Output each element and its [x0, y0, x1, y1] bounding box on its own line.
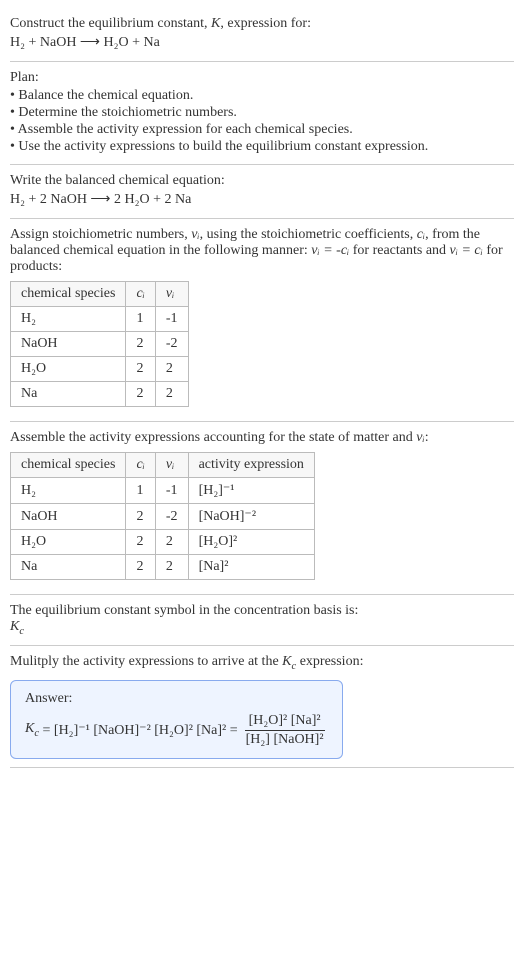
- table-header-row: chemical species cᵢ νᵢ: [11, 282, 189, 307]
- cell: 2: [155, 555, 188, 580]
- plan-title: Plan:: [10, 70, 514, 86]
- plan-item-3: • Assemble the activity expression for e…: [10, 122, 514, 138]
- final-paragraph: Mulitply the activity expressions to arr…: [10, 654, 514, 672]
- kc-sub: c: [19, 626, 24, 637]
- stoich-p1: Assign stoichiometric numbers,: [10, 227, 191, 242]
- cell: -1: [155, 478, 188, 504]
- table-row: Na 2 2 [Na]²: [11, 555, 315, 580]
- kc-denominator: [H₂] [NaOH]²: [242, 731, 328, 748]
- cell: H₂O: [11, 530, 126, 555]
- nu-symbol: νᵢ: [416, 430, 424, 445]
- stoich-section: Assign stoichiometric numbers, νᵢ, using…: [10, 219, 514, 422]
- cell: H₂O: [11, 357, 126, 382]
- final-section: Mulitply the activity expressions to arr…: [10, 646, 514, 768]
- intro-text-a: Construct the equilibrium constant,: [10, 16, 211, 31]
- activity-text-b: :: [425, 430, 429, 445]
- cell: -2: [155, 332, 188, 357]
- cell: 1: [126, 478, 155, 504]
- k-symbol: K: [211, 16, 220, 31]
- answer-label: Answer:: [25, 691, 328, 707]
- stoich-h1: chemical species: [11, 282, 126, 307]
- kc-fraction: [H₂O]² [Na]² [H₂] [NaOH]²: [242, 713, 328, 748]
- kc-symbol: Kc: [10, 619, 514, 637]
- stoich-p4: for reactants and: [349, 243, 449, 258]
- balanced-text: Write the balanced chemical equation:: [10, 173, 514, 189]
- table-row: NaOH 2 -2: [11, 332, 189, 357]
- cell: [H₂]⁻¹: [188, 478, 314, 504]
- plan-section: Plan: • Balance the chemical equation. •…: [10, 62, 514, 165]
- kc-lhs: Kc: [25, 721, 39, 739]
- stoich-p2: , using the stoichiometric coefficients,: [200, 227, 417, 242]
- answer-box: Answer: Kc = [H₂]⁻¹ [NaOH]⁻² [H₂O]² [Na]…: [10, 680, 343, 759]
- table-row: H₂O 2 2: [11, 357, 189, 382]
- cell: Na: [11, 382, 126, 407]
- cell: [NaOH]⁻²: [188, 504, 314, 530]
- activity-h4: activity expression: [188, 453, 314, 478]
- cell: -2: [155, 504, 188, 530]
- stoich-paragraph: Assign stoichiometric numbers, νᵢ, using…: [10, 227, 514, 275]
- cell: Na: [11, 555, 126, 580]
- cell: 2: [126, 332, 155, 357]
- intro-equation: H₂ + NaOH ⟶ H₂O + Na: [10, 34, 514, 51]
- final-text-b: expression:: [296, 654, 363, 669]
- balanced-equation: H₂ + 2 NaOH ⟶ 2 H₂O + 2 Na: [10, 191, 514, 208]
- cell: 2: [126, 530, 155, 555]
- cell: [H₂O]²: [188, 530, 314, 555]
- kc-expression: Kc = [H₂]⁻¹ [NaOH]⁻² [H₂O]² [Na]² = [H₂O…: [25, 713, 328, 748]
- cell: 2: [155, 530, 188, 555]
- table-row: H₂O 2 2 [H₂O]²: [11, 530, 315, 555]
- cell: -1: [155, 307, 188, 332]
- activity-paragraph: Assemble the activity expressions accoun…: [10, 430, 514, 446]
- symbol-text: The equilibrium constant symbol in the c…: [10, 603, 514, 619]
- cell: NaOH: [11, 504, 126, 530]
- kc-k: K: [25, 721, 34, 736]
- symbol-section: The equilibrium constant symbol in the c…: [10, 595, 514, 646]
- activity-h3: νᵢ: [155, 453, 188, 478]
- cell: 2: [126, 382, 155, 407]
- cell: 2: [126, 555, 155, 580]
- kc-k: K: [10, 619, 19, 634]
- final-text-a: Mulitply the activity expressions to arr…: [10, 654, 282, 669]
- balanced-section: Write the balanced chemical equation: H₂…: [10, 165, 514, 219]
- activity-table: chemical species cᵢ νᵢ activity expressi…: [10, 452, 315, 580]
- cell: [Na]²: [188, 555, 314, 580]
- activity-h2: cᵢ: [126, 453, 155, 478]
- activity-h1: chemical species: [11, 453, 126, 478]
- table-row: H₂ 1 -1: [11, 307, 189, 332]
- ci-symbol: cᵢ: [417, 227, 425, 242]
- table-row: H₂ 1 -1 [H₂]⁻¹: [11, 478, 315, 504]
- activity-section: Assemble the activity expressions accoun…: [10, 422, 514, 595]
- kc-numerator: [H₂O]² [Na]²: [245, 713, 325, 731]
- kc-product: = [H₂]⁻¹ [NaOH]⁻² [H₂O]² [Na]² =: [39, 722, 238, 739]
- cell: 2: [126, 504, 155, 530]
- nu-symbol: νᵢ: [191, 227, 199, 242]
- cell: 2: [155, 382, 188, 407]
- activity-text-a: Assemble the activity expressions accoun…: [10, 430, 416, 445]
- cell: NaOH: [11, 332, 126, 357]
- intro-text-b: , expression for:: [220, 16, 311, 31]
- plan-item-2: • Determine the stoichiometric numbers.: [10, 105, 514, 121]
- cell: 2: [126, 357, 155, 382]
- stoich-eq1: νᵢ = -cᵢ: [311, 243, 349, 258]
- table-header-row: chemical species cᵢ νᵢ activity expressi…: [11, 453, 315, 478]
- stoich-h2: cᵢ: [126, 282, 155, 307]
- table-row: Na 2 2: [11, 382, 189, 407]
- stoich-h3: νᵢ: [155, 282, 188, 307]
- cell: H₂: [11, 307, 126, 332]
- stoich-table: chemical species cᵢ νᵢ H₂ 1 -1 NaOH 2 -2…: [10, 281, 189, 407]
- intro-section: Construct the equilibrium constant, K, e…: [10, 8, 514, 62]
- stoich-eq2: νᵢ = cᵢ: [450, 243, 483, 258]
- table-row: NaOH 2 -2 [NaOH]⁻²: [11, 504, 315, 530]
- cell: 1: [126, 307, 155, 332]
- plan-item-1: • Balance the chemical equation.: [10, 88, 514, 104]
- plan-item-4: • Use the activity expressions to build …: [10, 139, 514, 155]
- kc-k: K: [282, 654, 291, 669]
- intro-line1: Construct the equilibrium constant, K, e…: [10, 16, 514, 32]
- cell: 2: [155, 357, 188, 382]
- cell: H₂: [11, 478, 126, 504]
